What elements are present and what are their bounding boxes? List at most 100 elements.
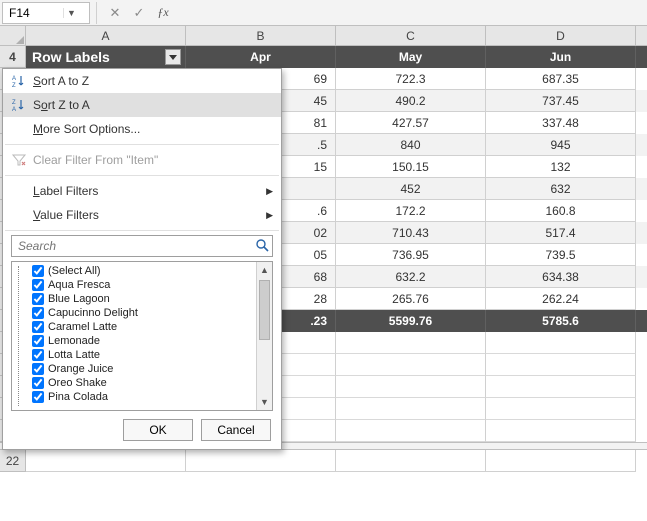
name-box-input[interactable] <box>3 5 63 21</box>
filter-item[interactable]: Blue Lagoon <box>32 292 254 306</box>
filter-item[interactable]: Lemonade <box>32 334 254 348</box>
cell-value[interactable]: 172.2 <box>336 200 486 222</box>
col-header-may[interactable]: May <box>336 46 486 68</box>
svg-text:A: A <box>12 76 16 82</box>
filter-item-label: Oreo Shake <box>48 377 107 389</box>
filter-item[interactable]: Caramel Latte <box>32 320 254 334</box>
cell-value[interactable]: 517.4 <box>486 222 636 244</box>
filter-checkbox[interactable] <box>32 377 44 389</box>
cell-value[interactable]: 160.8 <box>486 200 636 222</box>
filter-checkbox[interactable] <box>32 321 44 333</box>
total-c[interactable]: 5599.76 <box>336 310 486 332</box>
scrollbar[interactable]: ▲ ▼ <box>256 262 272 410</box>
cell-value[interactable]: 722.3 <box>336 68 486 90</box>
column-header-b[interactable]: B <box>186 26 336 45</box>
cell[interactable] <box>486 376 636 398</box>
insert-function-icon[interactable]: ƒx <box>151 2 175 24</box>
filter-item-label: Caramel Latte <box>48 321 117 333</box>
cell[interactable] <box>486 420 636 442</box>
label-filters[interactable]: Label Filters ▶ <box>3 179 281 203</box>
scroll-up-icon[interactable]: ▲ <box>257 262 272 278</box>
menu-label: Sort A to Z <box>33 74 273 88</box>
filter-checkbox[interactable] <box>32 293 44 305</box>
filter-item[interactable]: (Select All) <box>32 264 254 278</box>
cell[interactable] <box>486 354 636 376</box>
cell-value[interactable]: 262.24 <box>486 288 636 310</box>
cell-value[interactable]: 736.95 <box>336 244 486 266</box>
filter-item[interactable]: Aqua Fresca <box>32 278 254 292</box>
cell-value[interactable]: 687.35 <box>486 68 636 90</box>
cell[interactable] <box>486 450 636 472</box>
search-box[interactable] <box>11 235 273 257</box>
cancel-button[interactable]: Cancel <box>201 419 271 441</box>
sort-a-to-z[interactable]: AZ Sort A to Z <box>3 69 281 93</box>
sort-asc-icon: AZ <box>9 72 29 90</box>
filter-item[interactable]: Lotta Latte <box>32 348 254 362</box>
cell-value[interactable]: 710.43 <box>336 222 486 244</box>
column-header-c[interactable]: C <box>336 26 486 45</box>
cell-value[interactable]: 132 <box>486 156 636 178</box>
cell-value[interactable]: 337.48 <box>486 112 636 134</box>
filter-item[interactable]: Pina Colada <box>32 390 254 404</box>
total-d[interactable]: 5785.6 <box>486 310 636 332</box>
filter-checkbox[interactable] <box>32 335 44 347</box>
filter-checkbox[interactable] <box>32 349 44 361</box>
cell[interactable] <box>486 332 636 354</box>
column-header-d[interactable]: D <box>486 26 636 45</box>
separator <box>96 2 97 24</box>
cell[interactable] <box>26 450 186 472</box>
cell-value[interactable]: 632 <box>486 178 636 200</box>
cell[interactable] <box>486 398 636 420</box>
filter-checkbox[interactable] <box>32 265 44 277</box>
cell[interactable] <box>336 398 486 420</box>
cell-value[interactable]: 452 <box>336 178 486 200</box>
row-labels-header-cell[interactable]: Row Labels <box>26 46 186 68</box>
cell[interactable] <box>186 450 336 472</box>
name-box-dropdown-icon[interactable]: ▼ <box>63 8 79 18</box>
cell-value[interactable]: 737.45 <box>486 90 636 112</box>
formula-input[interactable] <box>175 2 647 24</box>
cell[interactable] <box>336 354 486 376</box>
scroll-thumb[interactable] <box>259 280 270 340</box>
filter-item[interactable]: Oreo Shake <box>32 376 254 390</box>
filter-dropdown-button[interactable] <box>165 49 181 65</box>
col-header-apr[interactable]: Apr <box>186 46 336 68</box>
cell-value[interactable]: 150.15 <box>336 156 486 178</box>
sort-z-to-a[interactable]: ZA Sort Z to A <box>3 93 281 117</box>
separator <box>5 230 279 231</box>
column-header-a[interactable]: A <box>26 26 186 45</box>
filter-checkbox[interactable] <box>32 391 44 403</box>
row-header-22[interactable]: 22 <box>0 450 26 472</box>
cell-value[interactable]: 840 <box>336 134 486 156</box>
menu-label: Sort Z to A <box>33 98 273 112</box>
ok-button[interactable]: OK <box>123 419 193 441</box>
cell[interactable] <box>336 376 486 398</box>
cell-value[interactable]: 265.76 <box>336 288 486 310</box>
row-header-4[interactable]: 4 <box>0 46 26 68</box>
filter-checkbox[interactable] <box>32 307 44 319</box>
filter-menu: AZ Sort A to Z ZA Sort Z to A More Sort … <box>2 68 282 450</box>
cell-value[interactable]: 739.5 <box>486 244 636 266</box>
formula-bar: ▼ ✕ ✓ ƒx <box>0 0 647 26</box>
checklist-body[interactable]: (Select All)Aqua FrescaBlue LagoonCapuci… <box>12 262 256 410</box>
cell[interactable] <box>336 332 486 354</box>
filter-item[interactable]: Orange Juice <box>32 362 254 376</box>
filter-checkbox[interactable] <box>32 279 44 291</box>
filter-item[interactable]: Capucinno Delight <box>32 306 254 320</box>
scroll-down-icon[interactable]: ▼ <box>257 394 272 410</box>
more-sort-options[interactable]: More Sort Options... <box>3 117 281 141</box>
select-all-corner[interactable] <box>0 26 26 45</box>
cell[interactable] <box>336 420 486 442</box>
name-box[interactable]: ▼ <box>2 2 90 24</box>
filter-item-label: Aqua Fresca <box>48 279 110 291</box>
cell-value[interactable]: 427.57 <box>336 112 486 134</box>
search-input[interactable] <box>11 235 273 257</box>
cell-value[interactable]: 634.38 <box>486 266 636 288</box>
value-filters[interactable]: Value Filters ▶ <box>3 203 281 227</box>
cell[interactable] <box>336 450 486 472</box>
cell-value[interactable]: 490.2 <box>336 90 486 112</box>
cell-value[interactable]: 945 <box>486 134 636 156</box>
filter-checkbox[interactable] <box>32 363 44 375</box>
col-header-jun[interactable]: Jun <box>486 46 636 68</box>
cell-value[interactable]: 632.2 <box>336 266 486 288</box>
